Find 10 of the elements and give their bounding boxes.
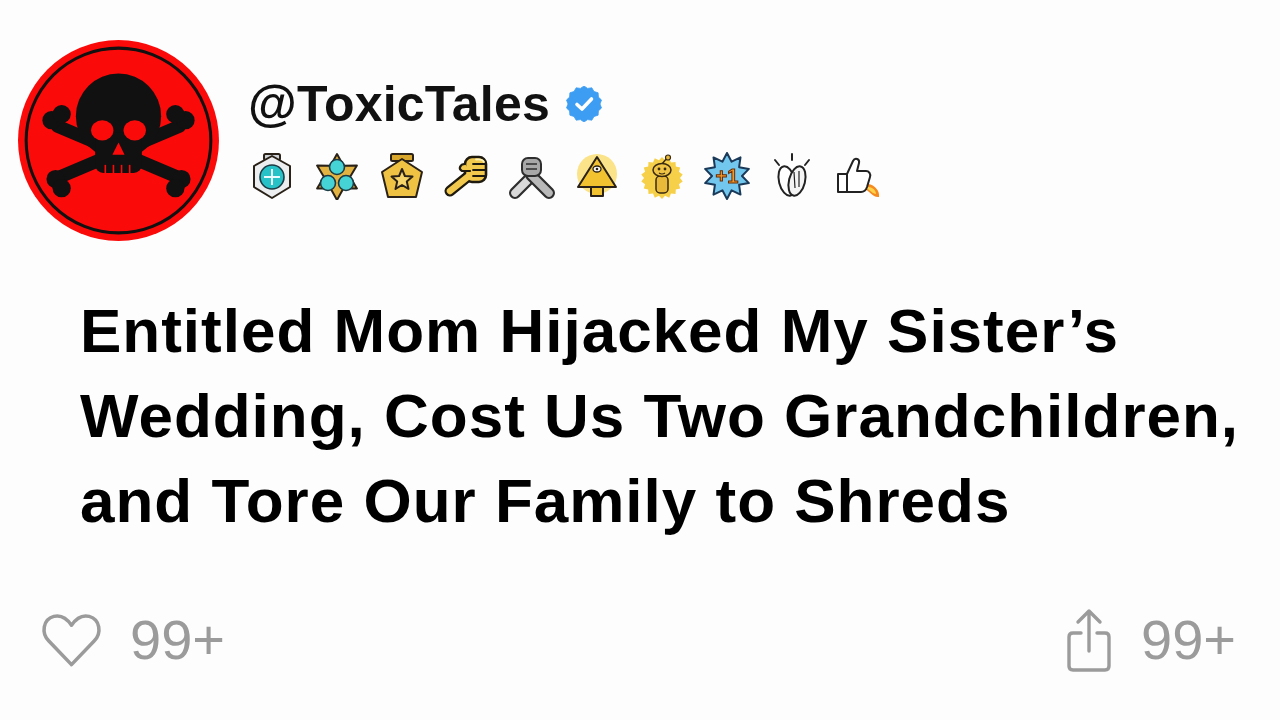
skull-avatar-icon xyxy=(17,39,220,242)
share-icon xyxy=(1064,607,1114,673)
gem-cluster-icon xyxy=(313,152,361,200)
star-badge-icon xyxy=(378,152,426,200)
username: @ToxicTales xyxy=(248,75,550,134)
post-title: Entitled Mom Hijacked My Sister’s Wedding, Cost Us Two Grandchildren, and Tore Our Family to Shreds xyxy=(79,295,1241,537)
mascot-trophy-icon xyxy=(638,152,686,200)
plus-one-award: +1 xyxy=(703,152,751,200)
like-button[interactable]: 99+ xyxy=(40,610,225,670)
share-button[interactable]: 99+ xyxy=(1064,607,1236,673)
